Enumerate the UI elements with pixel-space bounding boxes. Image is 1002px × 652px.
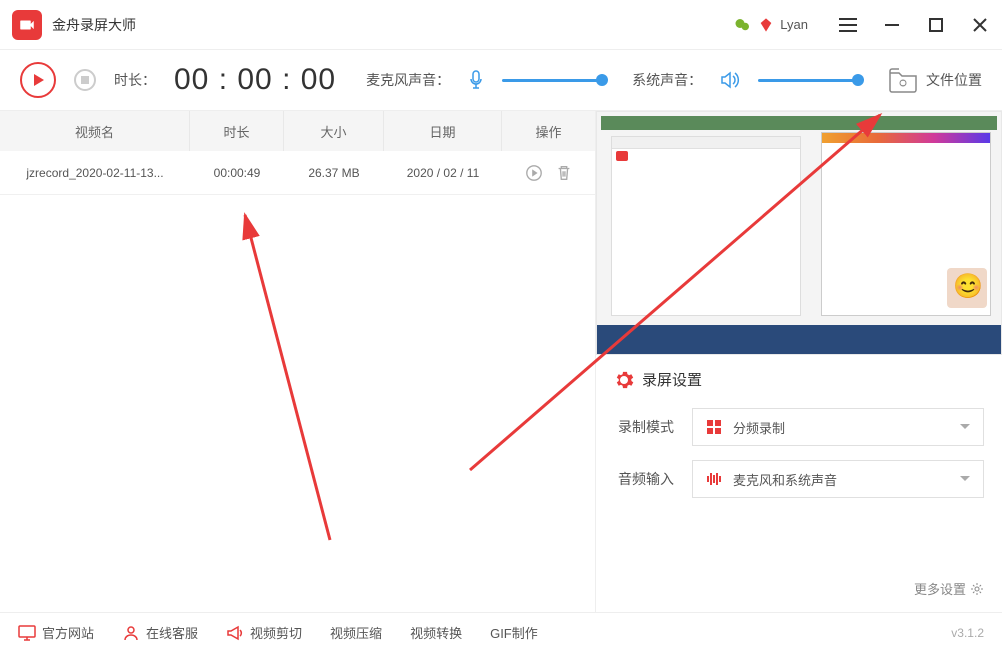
speaker-icon[interactable]	[720, 71, 740, 89]
microphone-icon[interactable]	[468, 70, 484, 90]
system-slider[interactable]	[758, 79, 858, 82]
grid-icon	[705, 419, 723, 435]
chevron-down-icon	[959, 475, 971, 483]
play-icon	[31, 73, 45, 87]
record-button[interactable]	[20, 62, 56, 98]
table-header: 视频名 时长 大小 日期 操作	[0, 111, 595, 151]
duration-label: 时长：	[114, 70, 156, 90]
recordings-panel: 视频名 时长 大小 日期 操作 jzrecord_2020-02-11-13..…	[0, 111, 596, 612]
audio-input-label: 音频输入	[614, 469, 674, 489]
menu-button[interactable]	[838, 15, 858, 35]
gem-icon	[758, 17, 774, 33]
mode-label: 录制模式	[614, 417, 674, 437]
gear-icon	[614, 370, 634, 390]
record-mode-select[interactable]: 分频录制	[692, 408, 984, 446]
th-name: 视频名	[0, 111, 190, 151]
app-logo	[12, 10, 42, 40]
monitor-icon	[18, 624, 36, 642]
th-ops: 操作	[502, 111, 595, 151]
minimize-button[interactable]	[882, 15, 902, 35]
footer: 官方网站 在线客服 视频剪切 视频压缩 视频转换 GIF制作 v3.1.2	[0, 612, 1002, 652]
support-icon	[122, 624, 140, 642]
mic-slider[interactable]	[502, 79, 602, 82]
app-title: 金舟录屏大师	[52, 15, 136, 35]
system-audio-label: 系统声音：	[632, 70, 702, 90]
camera-icon	[18, 16, 36, 34]
mic-label: 麦克风声音：	[366, 70, 450, 90]
preview-thumbnail	[597, 112, 1001, 354]
table-row[interactable]: jzrecord_2020-02-11-13... 00:00:49 26.37…	[0, 151, 595, 195]
settings-title: 录屏设置	[642, 369, 702, 390]
user-area[interactable]: Lyan	[734, 16, 808, 34]
folder-icon	[888, 67, 918, 93]
video-cut-link[interactable]: 视频剪切	[226, 623, 302, 642]
more-settings-button[interactable]: 更多设置	[914, 579, 984, 598]
maximize-button[interactable]	[926, 15, 946, 35]
control-bar: 时长： 00 : 00 : 00 麦克风声音： 系统声音： 文件位置	[0, 50, 1002, 110]
titlebar: 金舟录屏大师 Lyan	[0, 0, 1002, 50]
gif-link[interactable]: GIF制作	[490, 623, 538, 642]
settings-panel: 录屏设置 录制模式 分频录制 音频输入 麦克风和系统声音 更多设置	[596, 355, 1002, 612]
th-duration: 时长	[190, 111, 284, 151]
audio-input-select[interactable]: 麦克风和系统声音	[692, 460, 984, 498]
video-convert-link[interactable]: 视频转换	[410, 623, 462, 642]
preview-area	[596, 111, 1002, 355]
more-settings-label: 更多设置	[914, 579, 966, 598]
td-date: 2020 / 02 / 11	[384, 166, 502, 180]
play-row-icon[interactable]	[525, 164, 543, 182]
chevron-down-icon	[959, 423, 971, 431]
file-location-label: 文件位置	[926, 70, 982, 90]
video-compress-link[interactable]: 视频压缩	[330, 623, 382, 642]
user-name: Lyan	[780, 17, 808, 32]
wechat-icon	[734, 16, 752, 34]
version-label: v3.1.2	[951, 626, 984, 640]
duration-time: 00 : 00 : 00	[174, 63, 336, 97]
delete-row-icon[interactable]	[555, 164, 573, 182]
td-duration: 00:00:49	[190, 166, 284, 180]
stop-button[interactable]	[74, 69, 96, 91]
official-site-link[interactable]: 官方网站	[18, 623, 94, 642]
waveform-icon	[705, 472, 723, 486]
td-filename: jzrecord_2020-02-11-13...	[0, 151, 190, 195]
audio-value: 麦克风和系统声音	[733, 470, 949, 489]
gear-outline-icon	[970, 582, 984, 596]
support-link[interactable]: 在线客服	[122, 623, 198, 642]
file-location-button[interactable]: 文件位置	[888, 67, 982, 93]
megaphone-icon	[226, 624, 244, 642]
th-size: 大小	[284, 111, 384, 151]
close-button[interactable]	[970, 15, 990, 35]
td-size: 26.37 MB	[284, 166, 384, 180]
th-date: 日期	[384, 111, 502, 151]
td-ops	[502, 164, 595, 182]
mode-value: 分频录制	[733, 418, 949, 437]
